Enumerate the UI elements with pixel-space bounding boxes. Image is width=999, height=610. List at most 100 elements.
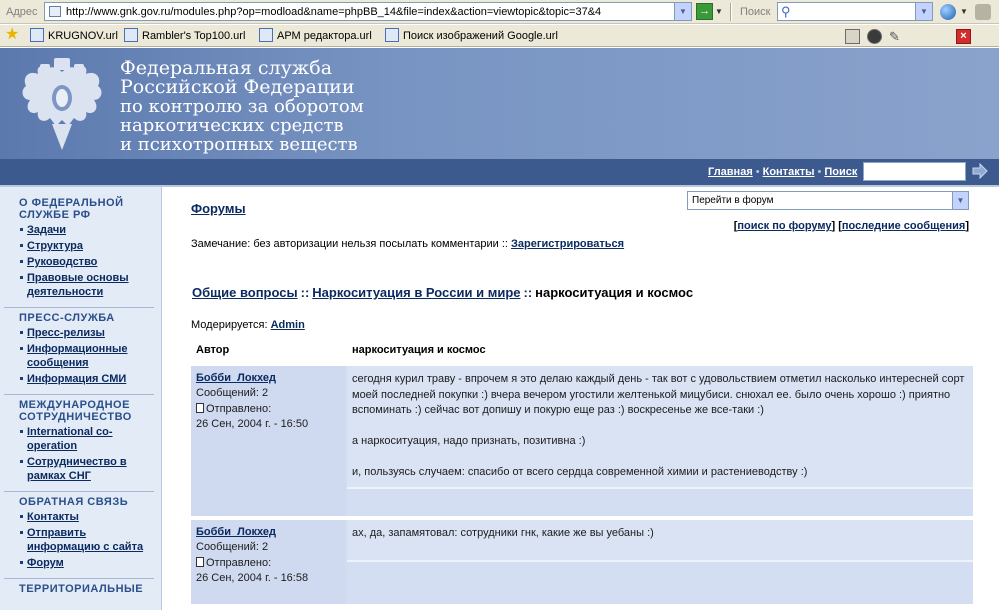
link-krugnov[interactable]: KRUGNOV.url [30, 28, 118, 44]
page-icon [49, 6, 61, 17]
sidebar-section-title: О ФЕДЕРАЛЬНОЙ СЛУЖБЕ РФ [19, 197, 124, 221]
arrow-right-icon[interactable] [972, 163, 988, 179]
nav-search[interactable]: Поиск [824, 166, 857, 178]
link-label: Поиск изображений Google.url [403, 30, 558, 42]
sidebar-section: О ФЕДЕРАЛЬНОЙ СЛУЖБЕ РФ Задачи Структура… [4, 193, 154, 307]
url-file-icon [385, 28, 399, 42]
go-arrow-icon[interactable]: → [696, 3, 713, 20]
sidebar-item-label[interactable]: Задачи [27, 224, 66, 236]
sidebar-item-label[interactable]: Пресс-релизы [27, 327, 105, 339]
link-arm[interactable]: АРМ редактора.url [259, 28, 372, 44]
post-body-cell: сегодня курил траву - впрочем я это дела… [347, 366, 973, 516]
nav-home[interactable]: Главная [708, 166, 753, 178]
last-messages-link[interactable]: последние сообщения [842, 220, 965, 232]
sidebar-item-label[interactable]: Структура [27, 240, 83, 252]
notice: Замечание: без авторизации нельзя посыла… [191, 238, 624, 250]
sidebar-item-label[interactable]: Сотрудничество в рамках СНГ [27, 456, 127, 482]
sidebar-item-label[interactable]: Контакты [27, 511, 79, 523]
sent-line: Отправлено: [196, 402, 340, 418]
moderated-label: Модерируется: [191, 319, 268, 331]
browser-search-input[interactable]: ⚲ ▼ [777, 2, 933, 21]
close-icon[interactable]: × [956, 29, 971, 44]
jump-to-forum-select[interactable]: Перейти в форум ▼ [687, 191, 969, 210]
breadcrumb-separator: :: [300, 285, 310, 300]
top-nav: Главная • Контакты • Поиск [0, 159, 999, 185]
breadcrumb-category[interactable]: Общие вопросы [192, 285, 298, 300]
sidebar-item[interactable]: Отправить информацию с сайта [19, 526, 154, 554]
link-rambler[interactable]: Rambler's Top100.url [124, 28, 245, 44]
chevron-down-icon[interactable]: ▼ [915, 3, 932, 20]
double-eagle-emblem-icon [22, 58, 102, 150]
sidebar-item-label[interactable]: Информация СМИ [27, 373, 126, 385]
sidebar-item-label[interactable]: Отправить информацию с сайта [27, 527, 143, 553]
chevron-down-icon[interactable]: ▼ [960, 7, 968, 16]
org-title-line: наркотических средств [120, 115, 344, 136]
chevron-down-icon[interactable]: ▼ [715, 7, 723, 16]
sidebar-item[interactable]: Структура [19, 239, 154, 253]
sidebar-item[interactable]: Задачи [19, 223, 154, 237]
post-body-cell: ах, да, запамятовал: сотрудники гнк, как… [347, 520, 973, 604]
nav-separator: • [817, 166, 822, 178]
edit-icon[interactable] [845, 29, 860, 44]
link-label: Rambler's Top100.url [142, 30, 246, 42]
url-file-icon [30, 28, 44, 42]
sidebar-item[interactable]: Сотрудничество в рамках СНГ [19, 455, 154, 483]
sidebar-item[interactable]: Руководство [19, 255, 154, 269]
table-header: Автор наркоситуация и космос [191, 337, 973, 364]
link-label: АРМ редактора.url [277, 30, 372, 42]
sidebar-item-label[interactable]: Форум [27, 557, 64, 569]
search-forum-link[interactable]: поиск по форуму [737, 220, 831, 232]
nav-separator: • [755, 166, 760, 178]
register-link[interactable]: Зарегистрироваться [511, 238, 624, 250]
post-signature [347, 560, 973, 604]
favorites-star-icon[interactable]: ★ [5, 26, 19, 44]
sidebar-item[interactable]: Пресс-релизы [19, 326, 154, 340]
sidebar-item[interactable]: Информационные сообщения [19, 342, 154, 370]
search-label: Поиск [740, 6, 771, 18]
post-paragraph: а наркоситуация, надо признать, позитивн… [352, 435, 586, 447]
sidebar-section: ПРЕСС-СЛУЖБА Пресс-релизы Информационные… [4, 307, 154, 394]
document-icon [196, 556, 204, 567]
address-input[interactable]: http://www.gnk.gov.ru/modules.php?op=mod… [44, 2, 692, 21]
sidebar-item-label[interactable]: International co-operation [27, 426, 113, 452]
breadcrumb-topic: наркоситуация и космос [535, 285, 694, 300]
chevron-down-icon[interactable]: ▼ [952, 192, 968, 209]
post-row: Бобби_Локхед Сообщений: 2 Отправлено: 26… [191, 366, 973, 516]
topic-table: Автор наркоситуация и космос Бобби_Локхе… [191, 337, 973, 604]
breadcrumb: Общие вопросы:: Наркоситуация в России и … [192, 285, 693, 300]
flash-icon[interactable] [867, 29, 882, 44]
sidebar-item[interactable]: Контакты [19, 510, 154, 524]
breadcrumb-forum[interactable]: Наркоситуация в России и мире [312, 285, 520, 300]
sidebar-item[interactable]: Информация СМИ [19, 372, 154, 386]
sidebar-item[interactable]: International co-operation [19, 425, 154, 453]
sidebar-section: МЕЖДУНАРОДНОЕ СОТРУДНИЧЕСТВО Internation… [4, 394, 154, 491]
moderator-link[interactable]: Admin [271, 319, 305, 331]
sidebar-item[interactable]: Форум [19, 556, 154, 570]
address-toolbar: Адрес http://www.gnk.gov.ru/modules.php?… [0, 0, 999, 24]
post-signature [347, 487, 973, 516]
site-search-input[interactable] [863, 162, 966, 181]
sidebar-item-label[interactable]: Правовые основы деятельности [27, 272, 129, 298]
link-google-images[interactable]: Поиск изображений Google.url [385, 28, 558, 44]
nav-contacts[interactable]: Контакты [763, 166, 815, 178]
breadcrumb-separator: :: [523, 285, 533, 300]
globe-icon[interactable] [940, 4, 956, 20]
post-text: сегодня курил траву - впрочем я это дела… [347, 366, 973, 487]
pen-icon[interactable]: ✎ [889, 29, 904, 44]
sidebar-item[interactable]: Правовые основы деятельности [19, 271, 154, 299]
moderated-by: Модерируется: Admin [191, 319, 305, 331]
sidebar-menu: О ФЕДЕРАЛЬНОЙ СЛУЖБЕ РФ Задачи Структура… [4, 193, 154, 603]
author-link[interactable]: Бобби_Локхед [196, 526, 276, 538]
post-text: ах, да, запамятовал: сотрудники гнк, как… [347, 520, 973, 560]
tools-icon[interactable] [975, 4, 991, 20]
address-url[interactable]: http://www.gnk.gov.ru/modules.php?op=mod… [66, 6, 601, 18]
sidebar-item-label[interactable]: Информационные сообщения [27, 343, 127, 369]
chevron-down-icon[interactable]: ▼ [674, 3, 691, 20]
main-content: Форумы Перейти в форум ▼ [поиск по форум… [163, 187, 999, 610]
sidebar-item-label[interactable]: Руководство [27, 256, 97, 268]
author-link[interactable]: Бобби_Локхед [196, 372, 276, 384]
sidebar-section-title: МЕЖДУНАРОДНОЕ СОТРУДНИЧЕСТВО [19, 399, 132, 423]
nav-links: Главная • Контакты • Поиск [708, 166, 857, 178]
links-toolbar: ★ KRUGNOV.url Rambler's Top100.url АРМ р… [0, 25, 999, 47]
forums-link[interactable]: Форумы [191, 201, 246, 216]
